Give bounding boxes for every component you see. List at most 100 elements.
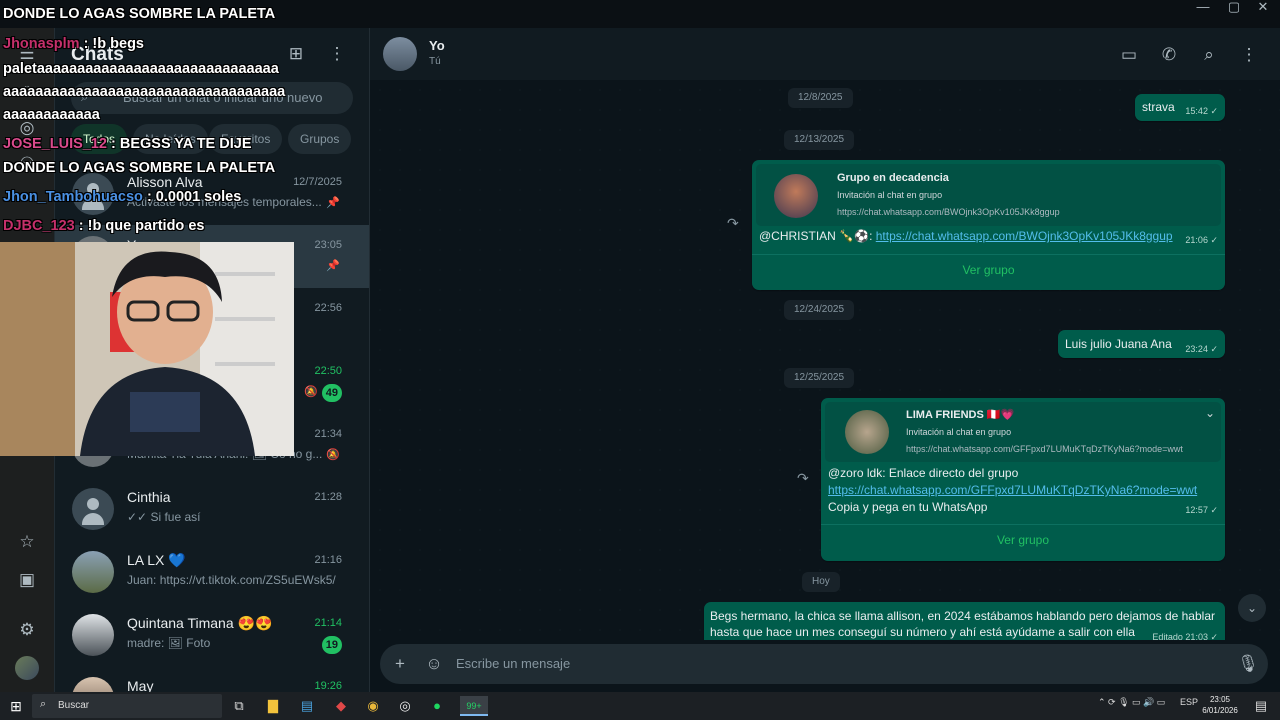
- communities-icon[interactable]: ⚇: [15, 152, 39, 176]
- chat-item-cinthia[interactable]: Cinthia 21:28 ✓✓ Si fue así: [55, 477, 369, 540]
- chat-time: 21:34: [314, 428, 342, 440]
- pin-icon: 📌: [326, 260, 340, 272]
- taskbar-search-label: Buscar: [58, 700, 90, 711]
- starred-icon[interactable]: ☆: [15, 530, 39, 554]
- group-invite-bubble[interactable]: Grupo en decadencia Invitación al chat e…: [752, 160, 1225, 290]
- view-group-button[interactable]: Ver grupo: [752, 254, 1225, 284]
- message-input[interactable]: Escribe un mensaje: [456, 656, 570, 671]
- unread-badge: 49: [321, 384, 342, 402]
- voice-call-icon[interactable]: ✆: [1157, 43, 1181, 67]
- message-text: Luis julio Juana Ana: [1065, 337, 1172, 351]
- filter-groups[interactable]: Grupos: [288, 124, 352, 154]
- chat-item-alisson[interactable]: Alisson Alva 12/7/2025 Activaste los men…: [55, 162, 369, 225]
- chat-time: 22:56: [314, 302, 342, 314]
- chevron-down-icon[interactable]: ⌄: [1205, 406, 1215, 420]
- chat-name: Alisson Alva: [127, 174, 203, 190]
- conversation-header[interactable]: Yo Tú ▭ ✆ ⌕ ⋮: [370, 28, 1280, 80]
- message-list[interactable]: 12/8/2025 strava 15:42 ✓ 12/13/2025 ↷ Gr…: [370, 80, 1280, 650]
- scroll-down-button[interactable]: ⌄: [1238, 594, 1266, 622]
- forward-icon[interactable]: ↷: [727, 215, 739, 232]
- message-bubble[interactable]: Luis julio Juana Ana 23:24 ✓: [1058, 330, 1225, 358]
- chat-item-la-lx[interactable]: LA LX 💙 21:16 Juan: https://vt.tiktok.co…: [55, 540, 369, 603]
- message-time: 23:24 ✓: [1185, 344, 1218, 354]
- avatar: [72, 551, 114, 593]
- clock-date: 6/01/2026: [1202, 706, 1238, 715]
- video-call-icon[interactable]: ▭: [1117, 43, 1141, 67]
- message-mention: @CHRISTIAN 🍾⚽:: [759, 229, 873, 243]
- start-button[interactable]: ⊞: [6, 696, 26, 716]
- close-window-button[interactable]: ✕: [1246, 0, 1280, 22]
- invite-link[interactable]: https://chat.whatsapp.com/GFFpxd7LUMuKTq…: [828, 482, 1197, 498]
- taskbar-clock[interactable]: 23:05 6/01/2026: [1198, 694, 1242, 716]
- new-chat-icon[interactable]: ⊞: [284, 42, 308, 66]
- chat-time: 12/7/2025: [293, 176, 342, 188]
- date-separator: 12/8/2025: [788, 88, 853, 108]
- app-icon[interactable]: ◎: [394, 696, 416, 716]
- invite-link[interactable]: https://chat.whatsapp.com/BWOjnk3OpKv105…: [876, 229, 1173, 243]
- invite-card[interactable]: Grupo en decadencia Invitación al chat e…: [756, 164, 1221, 226]
- chat-time: 21:14: [314, 617, 342, 629]
- filter-unread[interactable]: No leídos: [133, 124, 208, 154]
- message-bubble[interactable]: strava 15:42 ✓: [1135, 94, 1225, 121]
- chat-item-quintana[interactable]: Quintana Timana 😍😍 21:14 madre: 🖼 Foto 1…: [55, 603, 369, 666]
- message-text: Copia y pega en tu WhatsApp: [828, 500, 988, 514]
- store-icon[interactable]: ▤: [296, 696, 318, 716]
- composer-box[interactable]: + ☺ Escribe un mensaje 🎙: [380, 644, 1268, 684]
- message-time: 21:06 ✓: [1185, 235, 1218, 245]
- tray-icons[interactable]: ⌃ ⟳ 🎙 ▭ 🔊 ▭: [1098, 697, 1165, 708]
- chat-name: Cinthia: [127, 489, 171, 505]
- attach-icon[interactable]: +: [388, 652, 412, 676]
- avatar: [72, 614, 114, 656]
- app-icon[interactable]: ◆: [330, 696, 352, 716]
- profile-avatar[interactable]: [15, 656, 39, 680]
- whatsapp-taskbar-button[interactable]: 99+: [460, 696, 488, 716]
- notifications-icon[interactable]: ▤: [1250, 696, 1272, 716]
- muted-icon: 🔕: [304, 386, 318, 398]
- windows-taskbar: ⊞ ⌕ Buscar ⧉ ▇ ▤ ◆ ◉ ◎ ● 99+ ⌃ ⟳ 🎙 ▭ 🔊 ▭…: [0, 692, 1280, 720]
- contact-avatar[interactable]: [383, 37, 417, 71]
- spotify-icon[interactable]: ●: [426, 696, 448, 716]
- microphone-icon[interactable]: 🎙: [1236, 652, 1260, 676]
- chat-preview: Juan: https://vt.tiktok.com/ZS5uEWsk5/: [127, 573, 336, 587]
- message-text: Begs hermano, la chica se llama allison,…: [710, 609, 1215, 623]
- emoji-icon[interactable]: ☺: [422, 652, 446, 676]
- conversation-panel: Yo Tú ▭ ✆ ⌕ ⋮ 12/8/2025 strava 15:42 ✓ 1…: [370, 28, 1280, 692]
- group-invite-bubble[interactable]: LIMA FRIENDS 🇵🇪💗 Invitación al chat en g…: [821, 398, 1225, 561]
- chat-item-may[interactable]: May 19:26: [55, 666, 369, 692]
- chat-time: 21:28: [314, 491, 342, 503]
- taskbar-search[interactable]: ⌕ Buscar: [32, 694, 222, 718]
- sidebar-title: Chats: [71, 44, 124, 65]
- message-time: 12:57 ✓: [1185, 505, 1218, 515]
- pin-icon: 📌: [326, 197, 340, 209]
- contact-name: Yo: [429, 38, 445, 53]
- file-explorer-icon[interactable]: ▇: [262, 696, 284, 716]
- filter-favorites[interactable]: Favoritos: [209, 124, 283, 154]
- more-options-icon[interactable]: ⋮: [325, 42, 349, 66]
- message-text: @CHRISTIAN 🍾⚽: https://chat.whatsapp.com…: [759, 228, 1173, 244]
- minimize-button[interactable]: —: [1186, 0, 1220, 22]
- invite-card[interactable]: LIMA FRIENDS 🇵🇪💗 Invitación al chat en g…: [825, 402, 1221, 462]
- chat-name: May: [127, 678, 154, 692]
- chat-name: Quintana Timana 😍😍: [127, 615, 273, 631]
- search-icon[interactable]: ⌕: [1197, 43, 1221, 67]
- status-icon[interactable]: ◌: [15, 78, 39, 102]
- settings-icon[interactable]: ⚙: [15, 618, 39, 642]
- channels-icon[interactable]: ◎: [15, 116, 39, 140]
- invite-title: LIMA FRIENDS 🇵🇪💗: [906, 409, 1015, 421]
- chrome-icon[interactable]: ◉: [362, 696, 384, 716]
- task-view-icon[interactable]: ⧉: [228, 696, 250, 716]
- invite-url: https://chat.whatsapp.com/BWOjnk3OpKv105…: [837, 207, 1060, 217]
- search-input[interactable]: ⌕ Buscar un chat o iniciar uno nuevo: [71, 82, 353, 114]
- media-icon[interactable]: ▣: [15, 568, 39, 592]
- language-indicator[interactable]: ESP: [1180, 697, 1198, 707]
- filter-all[interactable]: Todos: [71, 124, 128, 154]
- app-window: — ▢ ✕ ☰ ◌ ◎ ⚇ ☆ ▣ ⚙ Chats ⊞ ⋮ ⌕ Buscar u…: [0, 0, 1280, 720]
- chat-preview: ✓✓ Si fue así: [127, 510, 201, 524]
- search-icon: ⌕: [40, 698, 47, 710]
- view-group-button[interactable]: Ver grupo: [821, 524, 1225, 554]
- forward-icon[interactable]: ↷: [797, 470, 809, 487]
- title-bar: — ▢ ✕: [0, 0, 1280, 28]
- menu-icon[interactable]: ☰: [15, 42, 39, 66]
- more-options-icon[interactable]: ⋮: [1237, 43, 1261, 67]
- message-composer: + ☺ Escribe un mensaje 🎙: [370, 640, 1280, 692]
